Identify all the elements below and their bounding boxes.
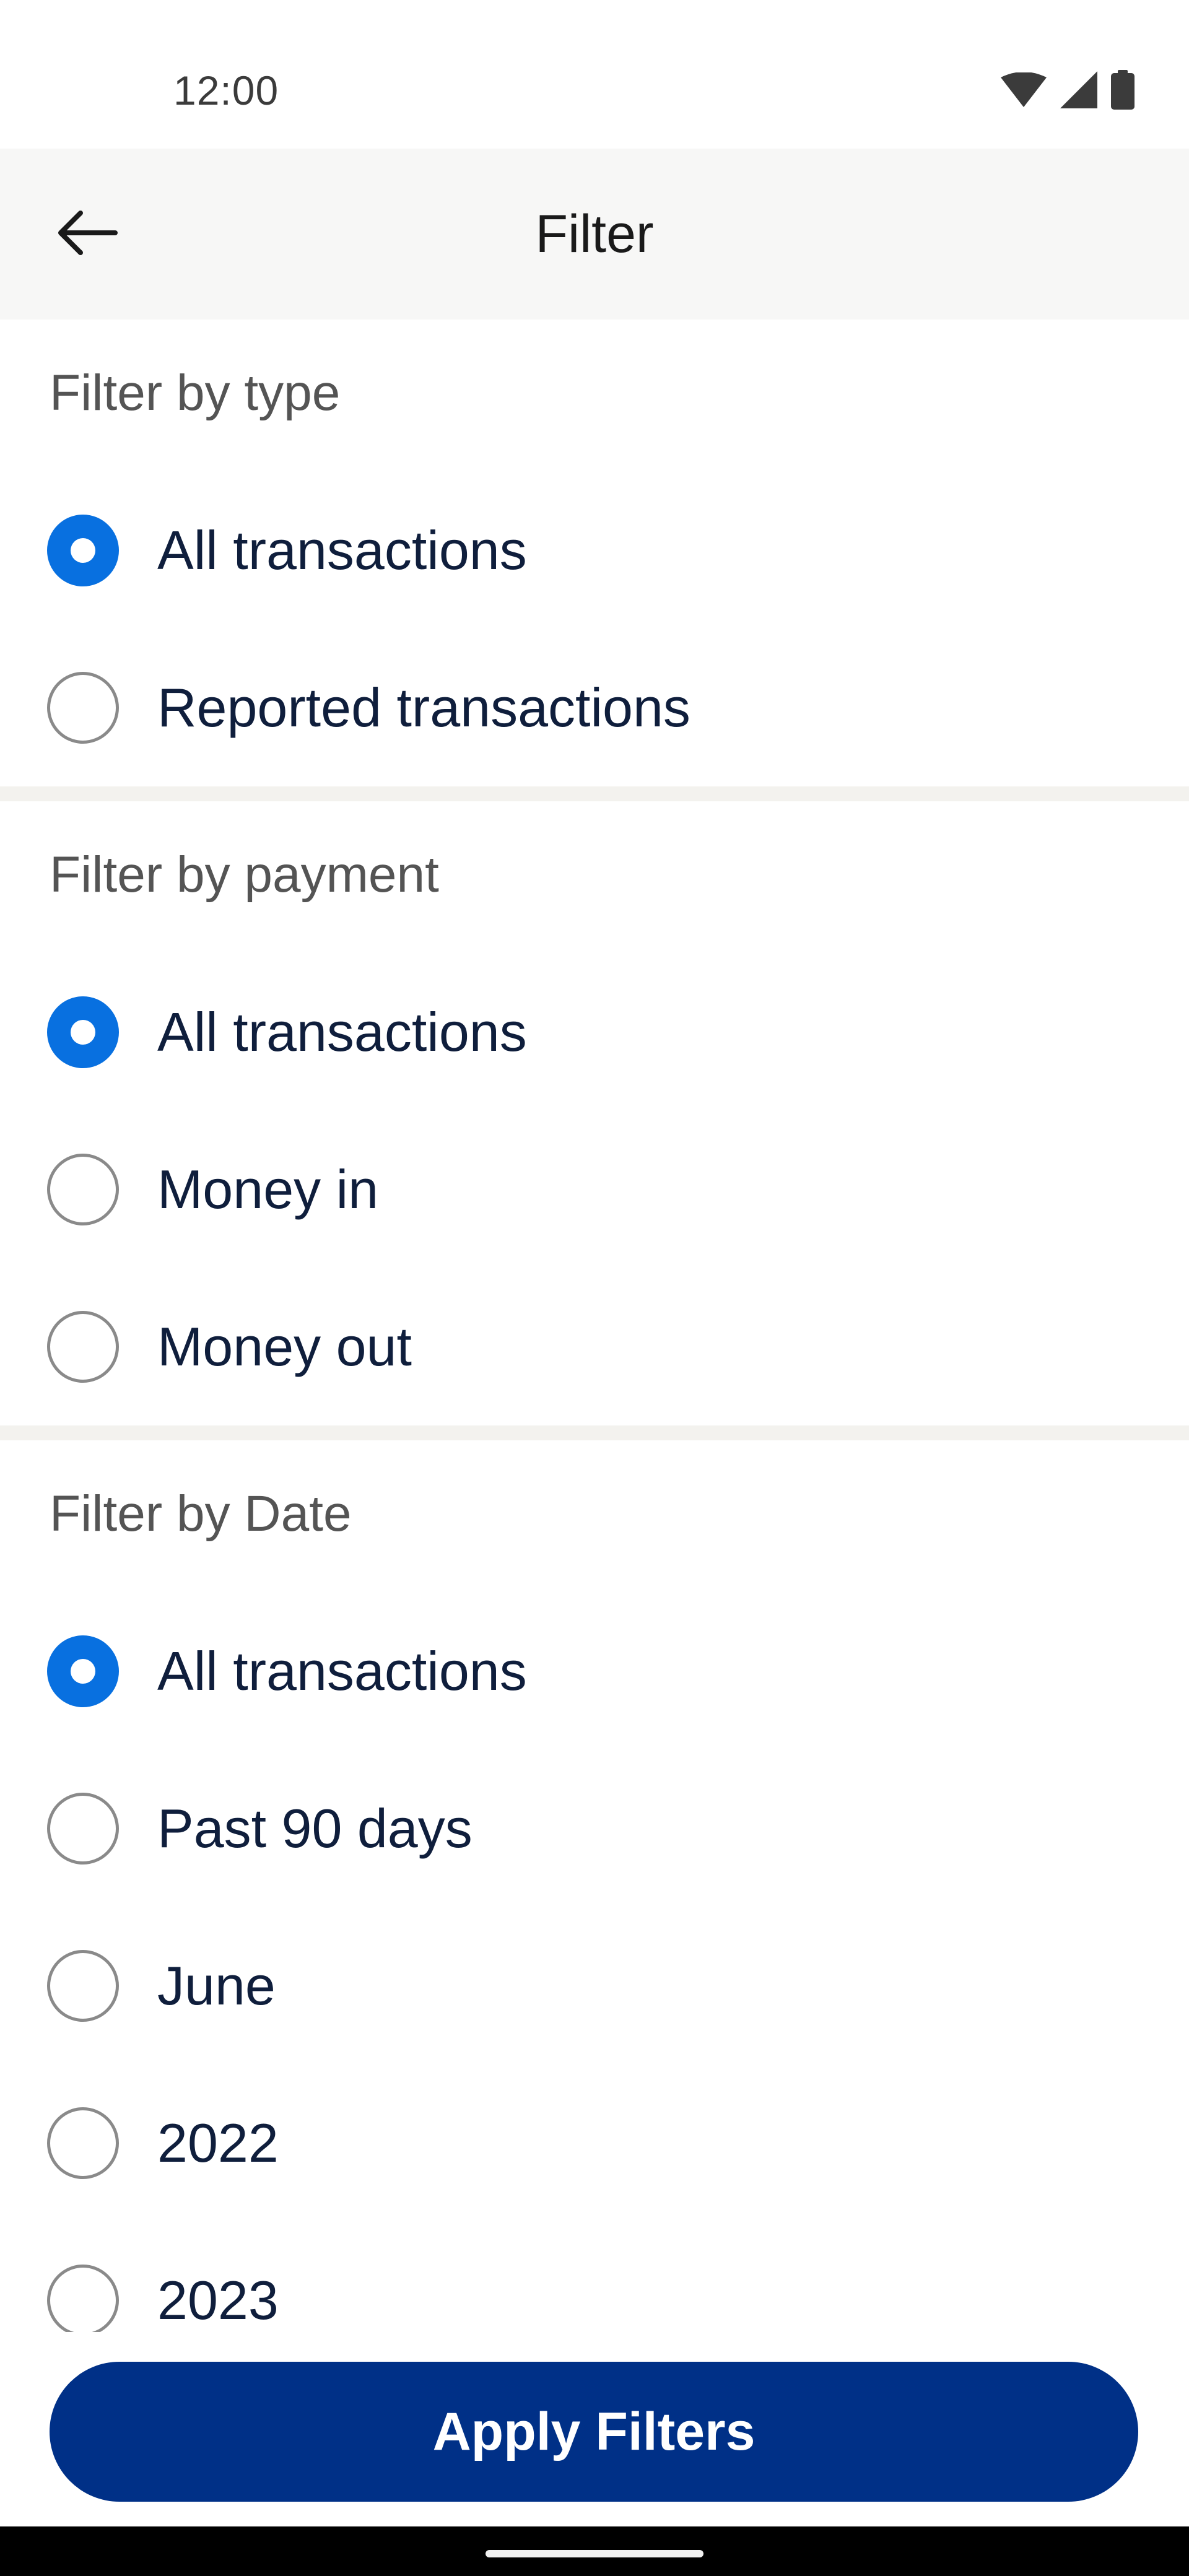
section-divider	[0, 786, 1189, 801]
radio-button[interactable]	[47, 1154, 119, 1225]
option-label: Past 90 days	[157, 1798, 473, 1859]
filter-by-payment-section: Filter by payment All transactions Money…	[0, 801, 1189, 1425]
filter-by-type-section: Filter by type All transactions Reported…	[0, 320, 1189, 786]
radio-button-checked[interactable]	[47, 1635, 119, 1707]
option-label: All transactions	[157, 520, 527, 581]
section-title: Filter by payment	[50, 846, 439, 903]
page-title: Filter	[535, 204, 654, 264]
back-button[interactable]	[37, 185, 136, 284]
option-label: June	[157, 1955, 276, 2016]
radio-option-2022[interactable]: 2022	[0, 2065, 1189, 2222]
app-bar: Filter	[0, 149, 1189, 320]
option-label: All transactions	[157, 1640, 527, 1702]
radio-button[interactable]	[47, 2265, 119, 2332]
status-icons	[1001, 68, 1135, 111]
radio-button[interactable]	[47, 1793, 119, 1865]
radio-option-date-all-transactions[interactable]: All transactions	[0, 1593, 1189, 1750]
battery-icon	[1111, 70, 1135, 110]
system-nav-bar	[0, 2526, 1189, 2576]
arrow-left-icon	[56, 208, 118, 261]
option-label: 2023	[157, 2269, 279, 2331]
apply-filters-button[interactable]: Apply Filters	[50, 2362, 1138, 2502]
section-title: Filter by type	[50, 365, 341, 421]
status-time: 12:00	[173, 67, 279, 113]
option-label: Money out	[157, 1316, 412, 1377]
radio-option-type-reported-transactions[interactable]: Reported transactions	[0, 629, 1189, 786]
section-title: Filter by Date	[50, 1486, 352, 1542]
home-gesture-handle[interactable]	[486, 2550, 703, 2557]
radio-button-checked[interactable]	[47, 996, 119, 1068]
radio-option-type-all-transactions[interactable]: All transactions	[0, 472, 1189, 629]
bottom-action-area: Apply Filters	[0, 2332, 1189, 2526]
option-label: All transactions	[157, 1001, 527, 1063]
section-divider	[0, 1425, 1189, 1440]
radio-option-money-out[interactable]: Money out	[0, 1268, 1189, 1425]
radio-button[interactable]	[47, 1950, 119, 2022]
radio-option-june[interactable]: June	[0, 1907, 1189, 2065]
radio-option-money-in[interactable]: Money in	[0, 1111, 1189, 1268]
filter-by-date-section: Filter by Date All transactions Past 90 …	[0, 1440, 1189, 2332]
option-label: 2022	[157, 2112, 279, 2174]
option-label: Reported transactions	[157, 677, 690, 738]
status-bar: 12:00	[0, 0, 1189, 149]
wifi-icon	[1001, 72, 1047, 107]
radio-button[interactable]	[47, 1311, 119, 1383]
radio-button[interactable]	[47, 672, 119, 744]
radio-button-checked[interactable]	[47, 515, 119, 586]
filter-list[interactable]: Filter by type All transactions Reported…	[0, 320, 1189, 2332]
cellular-signal-icon	[1060, 71, 1097, 108]
radio-option-payment-all-transactions[interactable]: All transactions	[0, 954, 1189, 1111]
radio-button[interactable]	[47, 2107, 119, 2179]
radio-option-past-90-days[interactable]: Past 90 days	[0, 1750, 1189, 1907]
radio-option-2023[interactable]: 2023	[0, 2222, 1189, 2332]
option-label: Money in	[157, 1159, 379, 1220]
